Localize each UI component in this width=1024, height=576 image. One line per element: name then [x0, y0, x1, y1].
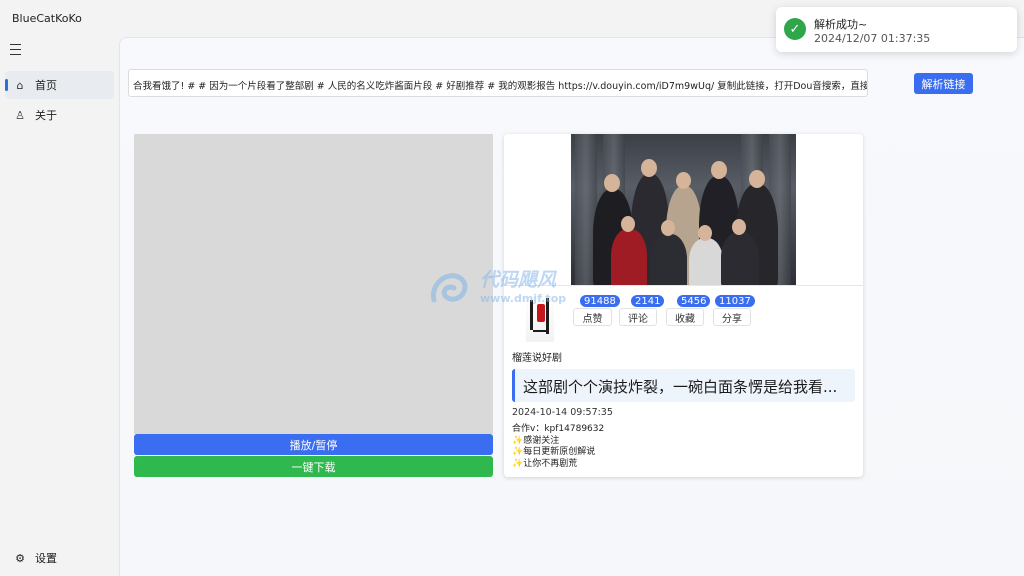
video-cover-image	[571, 134, 796, 285]
bio-line: ✨让你不再剧荒	[512, 458, 578, 469]
stat-label: 点赞	[573, 308, 612, 326]
settings-label: 设置	[35, 552, 57, 565]
stat-count-badge: 11037	[714, 294, 756, 308]
bio-line: 合作v：kpf14789632	[512, 424, 605, 434]
stat-count-badge: 2141	[630, 294, 666, 308]
bio-line: ✨感谢关注	[512, 435, 560, 446]
sidebar-item-home[interactable]: ⌂ 首页	[5, 71, 114, 99]
menu-toggle-icon[interactable]	[10, 44, 24, 56]
toast-title: 解析成功~	[814, 18, 868, 31]
watermark-title: 代码飓风	[480, 269, 558, 291]
toast-time: 2024/12/07 01:37:35	[814, 32, 931, 45]
stat-label: 评论	[619, 308, 657, 326]
author-bio: 合作v：kpf14789632 ✨感谢关注 ✨每日更新原创解说 ✨让你不再剧荒	[512, 424, 604, 470]
sidebar-item-label: 关于	[35, 109, 57, 122]
person-icon: ♙	[15, 108, 25, 122]
watermark-url: www.dmjf.top	[480, 292, 566, 305]
download-button[interactable]: 一键下载	[134, 456, 493, 477]
stat-label: 分享	[713, 308, 751, 326]
stat-label: 收藏	[666, 308, 704, 326]
bio-line: ✨每日更新原创解说	[512, 447, 596, 457]
sidebar-item-about[interactable]: ♙ 关于	[5, 101, 114, 129]
sidebar: ⌂ 首页 ♙ 关于	[0, 36, 118, 576]
publish-date: 2024-10-14 09:57:35	[512, 407, 613, 418]
sidebar-item-label: 首页	[35, 79, 57, 92]
video-description: 这部剧个个演技炸裂，一碗白面条愣是给我看...	[512, 369, 855, 402]
gear-icon: ⚙	[15, 551, 25, 565]
watermark-logo: 代码飓风 www.dmjf.top	[430, 264, 590, 310]
active-indicator	[5, 79, 8, 91]
check-circle-icon: ✓	[784, 18, 806, 40]
home-icon: ⌂	[16, 78, 24, 92]
play-pause-button[interactable]: 播放/暂停	[134, 434, 493, 455]
sidebar-item-settings[interactable]: ⚙ 设置	[5, 545, 114, 571]
share-link-input[interactable]: 合我看饿了! # # 因为一个片段看了整部剧 # 人民的名义吃炸酱面片段 # 好…	[128, 69, 868, 97]
success-toast: ✓ 解析成功~ 2024/12/07 01:37:35	[776, 7, 1017, 52]
stat-count-badge: 5456	[676, 294, 712, 308]
author-name: 榴莲说好剧	[512, 353, 562, 364]
parse-link-button[interactable]: 解析链接	[914, 73, 973, 94]
